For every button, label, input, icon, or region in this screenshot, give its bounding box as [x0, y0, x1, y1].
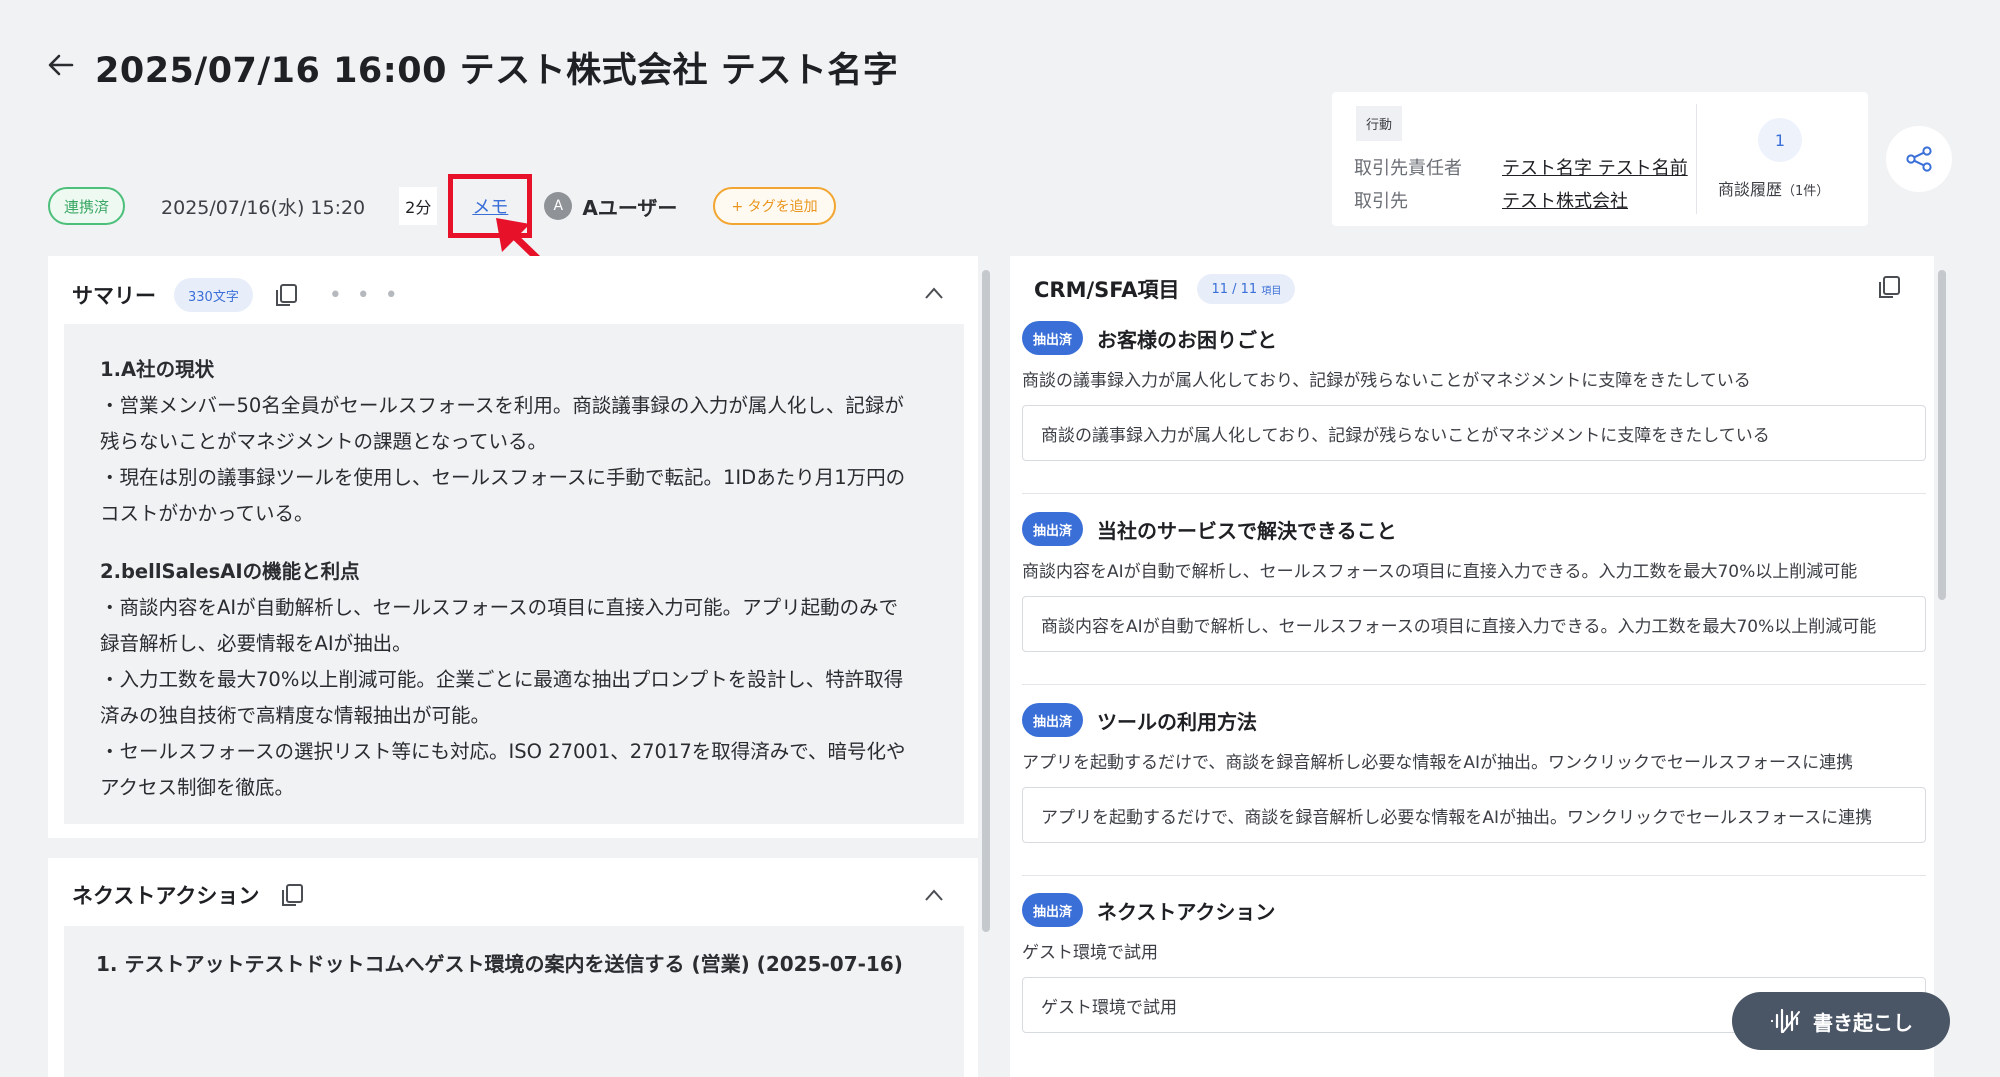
account-row: 取引先 テスト株式会社 — [1354, 187, 1628, 213]
crm-item-description: アプリを起動するだけで、商談を録音解析し必要な情報をAIが抽出。ワンクリックでセ… — [1022, 753, 1854, 773]
summary-line: アクセス制御を徹底。 — [100, 776, 295, 799]
chevron-up-icon[interactable] — [924, 286, 944, 300]
page-title: 2025/07/16 16:00 テスト株式会社 テスト名字 — [95, 51, 899, 91]
back-arrow-icon[interactable] — [46, 50, 76, 80]
next-action-item: 1. テストアットテストドットコムへゲスト環境の案内を送信する (営業) (20… — [96, 952, 903, 976]
chevron-up-icon[interactable] — [924, 888, 944, 902]
share-icon — [1906, 146, 1932, 172]
history-label-text: 商談履歴 — [1718, 180, 1783, 199]
crm-item-title: お客様のお困りごと — [1097, 327, 1278, 352]
share-button[interactable] — [1886, 126, 1952, 192]
crm-item-description: 商談の議事録入力が属人化しており、記録が残らないことがマネジメントに支障をきたし… — [1022, 371, 1751, 391]
crm-item-title: ネクストアクション — [1097, 899, 1276, 924]
crm-count: 11 / 11 — [1211, 281, 1258, 297]
summary-line: コストがかかっている。 — [100, 502, 314, 525]
action-type-chip: 行動 — [1356, 106, 1403, 141]
waveform-icon — [1770, 1008, 1800, 1034]
summary-line: ・商談内容をAIが自動解析し、セールスフォースの項目に直接入力可能。アプリ起動の… — [100, 596, 899, 619]
crm-item-title: ツールの利用方法 — [1097, 709, 1258, 734]
contact-row: 取引先責任者 テスト名字 テスト名前 — [1354, 154, 1688, 180]
summary-line: ・営業メンバー50名全員がセールスフォースを利用。商談議事録の入力が属人化し、記… — [100, 394, 904, 417]
crm-panel: CRM/SFA項目 11 / 11 項目 抽出済 お客様のお困りごと 商談の議事… — [1010, 256, 1934, 1077]
user-name: Aユーザー — [582, 195, 678, 220]
copy-icon[interactable] — [1876, 274, 1902, 300]
summary-line: 残らないことがマネジメントの課題となっている。 — [100, 430, 547, 453]
summary-line: ・入力工数を最大70%以上削減可能。企業ごとに最適な抽出プロンプトを設計し、特許… — [100, 668, 904, 691]
crm-item-description: ゲスト環境で試用 — [1022, 943, 1158, 963]
contact-link[interactable]: テスト名字 テスト名前 — [1502, 154, 1688, 180]
summary-line: 録音解析し、必要情報をAIが抽出。 — [100, 632, 412, 655]
info-divider — [1696, 104, 1697, 214]
crm-count-unit: 項目 — [1261, 285, 1282, 297]
right-scrollbar-thumb[interactable] — [1938, 270, 1946, 600]
account-link[interactable]: テスト株式会社 — [1502, 187, 1628, 213]
meeting-meta-row: 連携済 2025/07/16(水) 15:20 2分 メモ A Aユーザー + … — [48, 174, 836, 238]
transcribe-button[interactable]: 書き起こし — [1732, 992, 1950, 1050]
crm-item-field[interactable]: 商談内容をAIが自動で解析し、セールスフォースの項目に直接入力できる。入力工数を… — [1022, 596, 1926, 652]
next-action-header: ネクストアクション — [72, 880, 305, 910]
more-options-icon[interactable]: • • • — [329, 283, 402, 308]
char-count-badge: 330文字 — [174, 278, 253, 312]
crm-item-title: 当社のサービスで解決できること — [1097, 518, 1397, 543]
meeting-datetime: 2025/07/16(水) 15:20 — [161, 196, 366, 219]
next-action-title: ネクストアクション — [72, 884, 260, 908]
summary-section-heading: 1.A社の現状 — [100, 358, 215, 381]
history-label[interactable]: 商談履歴（1件） — [1718, 176, 1829, 200]
account-label: 取引先 — [1354, 191, 1408, 212]
history-label-suffix: （1件） — [1782, 184, 1830, 199]
summary-line: 済みの独自技術で高精度な情報抽出が可能。 — [100, 704, 491, 727]
crm-divider — [1022, 684, 1926, 685]
extracted-badge: 抽出済 — [1022, 893, 1084, 927]
status-badge: 連携済 — [48, 187, 126, 225]
summary-line: ・現在は別の議事録ツールを使用し、セールスフォースに手動で転記。1IDあたり月1… — [100, 466, 906, 489]
summary-section-heading: 2.bellSalesAIの機能と利点 — [100, 560, 360, 583]
crm-item-description: 商談内容をAIが自動で解析し、セールスフォースの項目に直接入力できる。入力工数を… — [1022, 562, 1858, 582]
left-scrollbar[interactable] — [980, 258, 992, 1038]
extracted-badge: 抽出済 — [1022, 703, 1084, 737]
crm-item: 抽出済 お客様のお困りごと 商談の議事録入力が属人化しており、記録が残らないこと… — [1022, 320, 1926, 461]
extracted-badge: 抽出済 — [1022, 321, 1084, 355]
history-count-badge[interactable]: 1 — [1758, 118, 1802, 162]
transcribe-label: 書き起こし — [1813, 1010, 1913, 1035]
summary-title: サマリー — [72, 284, 156, 308]
crm-divider — [1022, 493, 1926, 494]
summary-panel: サマリー 330文字 • • • 1.A社の現状 ・営業メンバー50名全員がセー… — [48, 256, 978, 838]
crm-count-badge: 11 / 11 項目 — [1197, 274, 1296, 304]
contact-label: 取引先責任者 — [1354, 158, 1462, 179]
left-scrollbar-thumb[interactable] — [982, 270, 990, 932]
crm-item-field[interactable]: アプリを起動するだけで、商談を録音解析し必要な情報をAIが抽出。ワンクリックでセ… — [1022, 787, 1926, 843]
extracted-badge: 抽出済 — [1022, 512, 1084, 546]
right-scrollbar[interactable] — [1936, 258, 1948, 1048]
add-tag-button[interactable]: + タグを追加 — [713, 187, 836, 225]
crm-header: CRM/SFA項目 11 / 11 項目 — [1034, 274, 1296, 304]
copy-icon[interactable] — [279, 882, 305, 908]
crm-item-field[interactable]: 商談の議事録入力が属人化しており、記録が残らないことがマネジメントに支障をきたし… — [1022, 405, 1926, 461]
summary-header: サマリー 330文字 • • • — [72, 278, 402, 312]
next-action-panel: ネクストアクション 1. テストアットテストドットコムへゲスト環境の案内を送信す… — [48, 858, 978, 1077]
crm-divider — [1022, 875, 1926, 876]
meeting-duration: 2分 — [399, 187, 438, 225]
next-action-body: 1. テストアットテストドットコムへゲスト環境の案内を送信する (営業) (20… — [64, 926, 964, 1077]
crm-title: CRM/SFA項目 — [1034, 278, 1180, 302]
summary-body: 1.A社の現状 ・営業メンバー50名全員がセールスフォースを利用。商談議事録の入… — [64, 324, 964, 824]
crm-item: 抽出済 ツールの利用方法 アプリを起動するだけで、商談を録音解析し必要な情報をA… — [1022, 702, 1926, 843]
crm-item: 抽出済 当社のサービスで解決できること 商談内容をAIが自動で解析し、セールスフ… — [1022, 511, 1926, 652]
related-info-card: 行動 取引先責任者 テスト名字 テスト名前 取引先 テスト株式会社 1 商談履歴… — [1332, 92, 1868, 226]
copy-icon[interactable] — [273, 282, 299, 308]
summary-line: ・セールスフォースの選択リスト等にも対応。ISO 27001、27017を取得済… — [100, 740, 906, 763]
